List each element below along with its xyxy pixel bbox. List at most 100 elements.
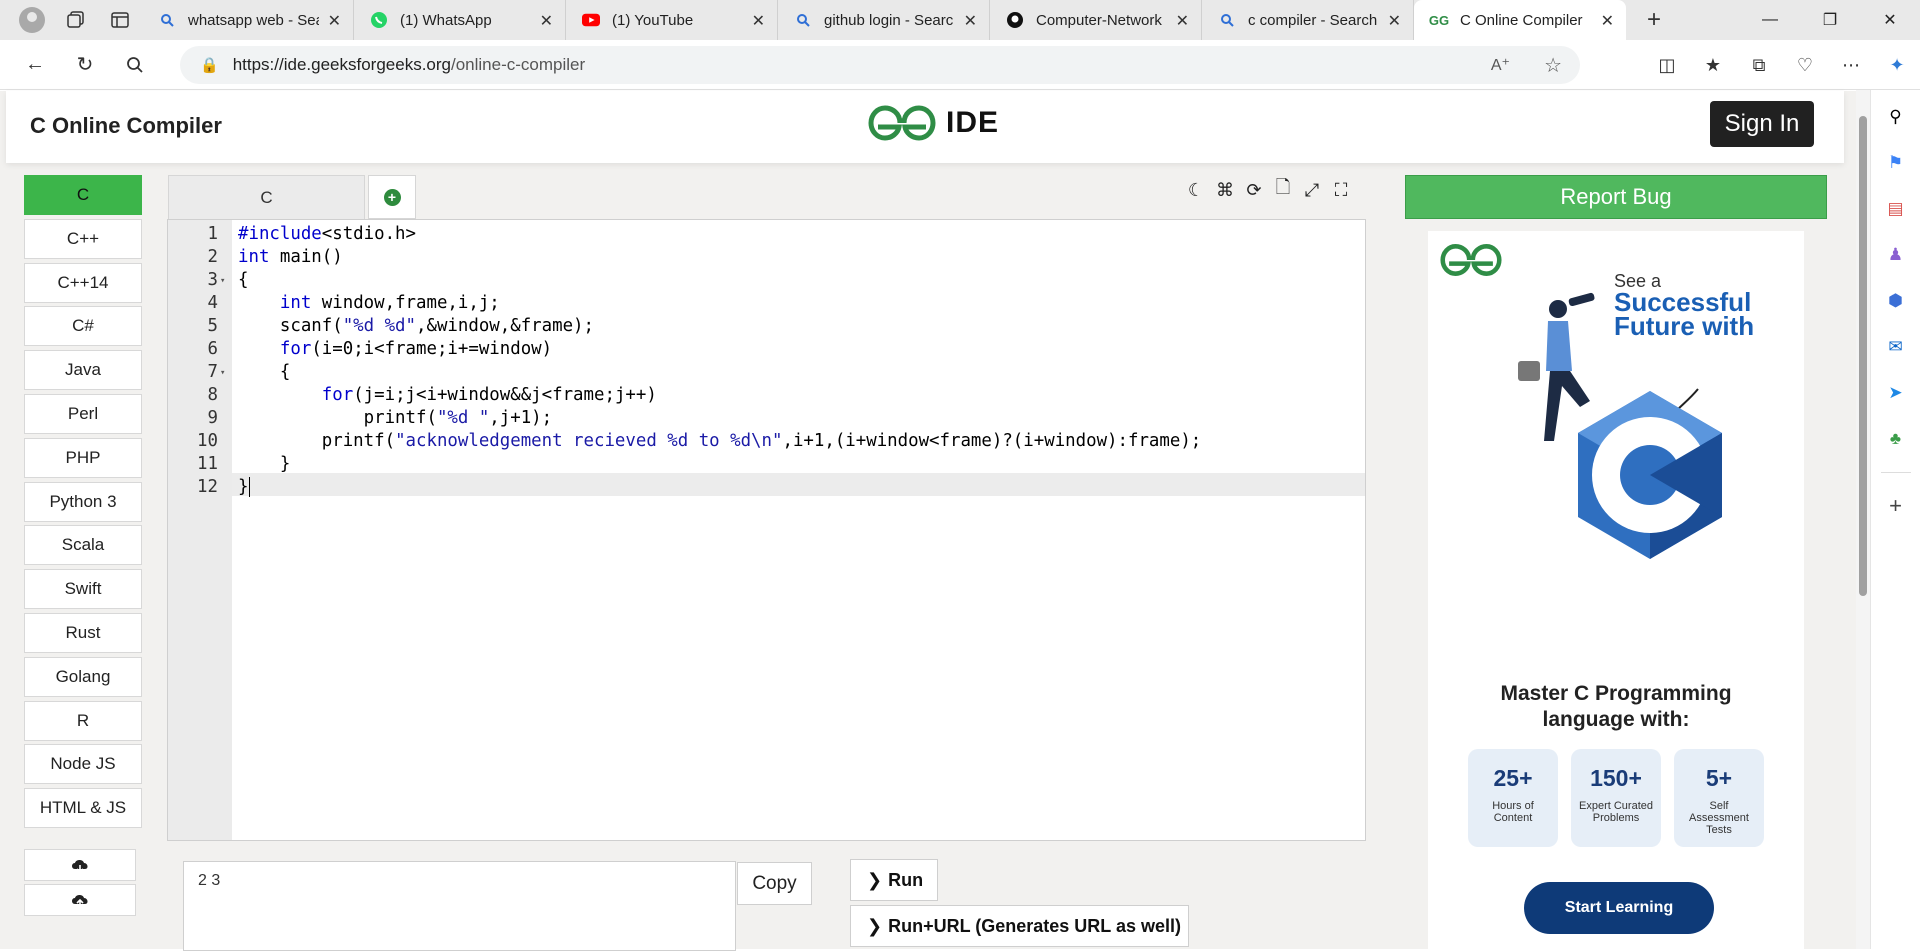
browser-tab[interactable]: (1) YouTube ✕: [566, 0, 778, 40]
page-scrollbar[interactable]: [1856, 90, 1870, 949]
url-path: /online-c-compiler: [450, 55, 586, 74]
language-item[interactable]: PHP: [24, 437, 142, 478]
close-tab-icon[interactable]: ✕: [1176, 11, 1189, 31]
report-bug-button[interactable]: Report Bug: [1405, 175, 1827, 219]
browser-tab[interactable]: (1) WhatsApp ✕: [354, 0, 566, 40]
code-line: #include<stdio.h>: [238, 224, 416, 244]
close-tab-icon[interactable]: ✕: [1388, 11, 1401, 31]
sidebar-search-icon[interactable]: ⚲: [1883, 104, 1909, 130]
tab-actions-icon[interactable]: [98, 0, 142, 40]
browser-essentials-icon[interactable]: ♡: [1782, 46, 1828, 84]
stat-label: Self Assessment Tests: [1689, 800, 1749, 836]
dark-mode-icon[interactable]: ☾: [1186, 179, 1206, 201]
split-screen-icon[interactable]: ◫: [1644, 46, 1690, 84]
url-field[interactable]: 🔒 https://ide.geeksforgeeks.org/online-c…: [180, 46, 1580, 84]
line-number: 12: [197, 477, 218, 497]
lock-icon[interactable]: 🔒: [200, 56, 219, 74]
code-line: int window,frame,i,j;: [279, 293, 500, 313]
code-line: }: [238, 477, 251, 497]
read-aloud-icon[interactable]: A⁺: [1491, 55, 1510, 75]
browser-tab[interactable]: c compiler - Search ✕: [1202, 0, 1414, 40]
language-item[interactable]: C#: [24, 306, 142, 347]
browser-tab[interactable]: github login - Searc ✕: [778, 0, 990, 40]
fullscreen-icon[interactable]: ⛶: [1331, 179, 1351, 201]
more-menu-icon[interactable]: ⋯: [1828, 46, 1874, 84]
sidebar-send-icon[interactable]: ➤: [1883, 380, 1909, 406]
code-line: for(i=0;i<frame;i+=window): [279, 339, 553, 359]
advertisement[interactable]: See a Successful Future with Master C Pr…: [1428, 231, 1804, 951]
refresh-icon[interactable]: ↻: [60, 45, 110, 85]
copy-code-icon[interactable]: 🗋: [1273, 177, 1293, 201]
collections-icon[interactable]: ⧉: [1736, 46, 1782, 84]
browser-tab-bar: whatsapp web - Sea ✕ (1) WhatsApp ✕ (1) YouT…: [0, 0, 1920, 40]
reset-icon[interactable]: ⟳: [1244, 179, 1264, 201]
stat-value: 5+: [1705, 765, 1733, 791]
language-item[interactable]: C++: [24, 218, 142, 259]
language-item[interactable]: Rust: [24, 612, 142, 653]
language-list: C C++ C++14 C# Java Perl PHP Python 3 Scala Swift…: [24, 175, 142, 832]
close-tab-icon[interactable]: ✕: [328, 11, 341, 31]
copy-button[interactable]: Copy: [737, 862, 812, 905]
download-cloud-button[interactable]: [24, 849, 136, 881]
expand-icon[interactable]: ⤢: [1302, 179, 1322, 201]
start-learning-button[interactable]: Start Learning: [1524, 882, 1714, 934]
search-icon[interactable]: [110, 45, 160, 85]
language-item[interactable]: Java: [24, 350, 142, 391]
language-item[interactable]: Swift: [24, 569, 142, 610]
sidebar-outlook-icon[interactable]: ✉: [1883, 334, 1909, 360]
command-icon[interactable]: ⌘: [1215, 179, 1235, 201]
back-icon[interactable]: ←: [10, 45, 60, 85]
profile-avatar-icon[interactable]: [10, 0, 54, 40]
language-item[interactable]: Scala: [24, 525, 142, 566]
favorites-icon[interactable]: ★: [1690, 46, 1736, 84]
sidebar-tree-icon[interactable]: ♣: [1883, 426, 1909, 452]
code-line: int main(): [238, 247, 343, 267]
search-icon: [158, 11, 176, 29]
restore-icon[interactable]: ❐: [1800, 0, 1860, 40]
browser-tab[interactable]: Computer-Network ✕: [990, 0, 1202, 40]
close-tab-icon[interactable]: ✕: [1601, 11, 1614, 31]
close-tab-icon[interactable]: ✕: [964, 11, 977, 31]
scrollbar-thumb[interactable]: [1859, 116, 1867, 596]
sidebar-copilot-icon[interactable]: ⬢: [1883, 288, 1909, 314]
add-tab-button[interactable]: +: [368, 175, 416, 219]
active-line-highlight: [232, 473, 1365, 496]
stdin-input[interactable]: 2 3: [183, 861, 736, 951]
code-editor[interactable]: 1 2 3 ▾ 4 5 6 7 ▾ 8 9 10 11 12 #include<stdio.h> int m…: [167, 219, 1366, 841]
close-tab-icon[interactable]: ✕: [752, 11, 765, 31]
browser-tab[interactable]: whatsapp web - Sea ✕: [142, 0, 354, 40]
language-item[interactable]: C: [24, 175, 142, 215]
line-gutter: 1 2 3 ▾ 4 5 6 7 ▾ 8 9 10 11 12: [168, 220, 232, 840]
run-url-button[interactable]: ❯ Run+URL (Generates URL as well): [850, 905, 1189, 947]
language-item[interactable]: R: [24, 700, 142, 741]
favorite-star-icon[interactable]: ☆: [1544, 53, 1562, 78]
fold-arrow-icon[interactable]: ▾: [220, 276, 225, 286]
sidebar-games-icon[interactable]: ♟: [1883, 242, 1909, 268]
workspaces-icon[interactable]: [54, 0, 98, 40]
sidebar-add-icon[interactable]: +: [1883, 493, 1909, 519]
stat-value: 150+: [1590, 765, 1642, 791]
minimize-icon[interactable]: —: [1740, 0, 1800, 40]
sidebar-tools-icon[interactable]: ▤: [1883, 196, 1909, 222]
stat-value: 25+: [1493, 765, 1533, 791]
language-item[interactable]: Node JS: [24, 744, 142, 785]
close-window-icon[interactable]: ✕: [1860, 0, 1920, 40]
page-title: C Online Compiler: [30, 113, 222, 138]
language-item[interactable]: Golang: [24, 656, 142, 697]
new-tab-button[interactable]: +: [1634, 6, 1674, 34]
fold-arrow-icon[interactable]: ▾: [220, 368, 225, 378]
line-number: 3: [207, 270, 218, 290]
sidebar-shopping-icon[interactable]: ⚑: [1883, 150, 1909, 176]
language-item[interactable]: Perl: [24, 393, 142, 434]
language-item[interactable]: HTML & JS: [24, 788, 142, 829]
browser-tab[interactable]: GG C Online Compiler ✕: [1414, 0, 1626, 40]
copilot-icon[interactable]: ✦: [1874, 46, 1920, 84]
language-item[interactable]: C++14: [24, 262, 142, 303]
language-item[interactable]: Python 3: [24, 481, 142, 522]
sign-in-button[interactable]: Sign In: [1710, 101, 1814, 147]
close-tab-icon[interactable]: ✕: [540, 11, 553, 31]
upload-cloud-button[interactable]: [24, 884, 136, 916]
editor-tab-c[interactable]: C: [168, 175, 365, 219]
gfg-logo[interactable]: IDE: [868, 105, 999, 141]
run-button[interactable]: ❯ Run: [850, 859, 938, 901]
